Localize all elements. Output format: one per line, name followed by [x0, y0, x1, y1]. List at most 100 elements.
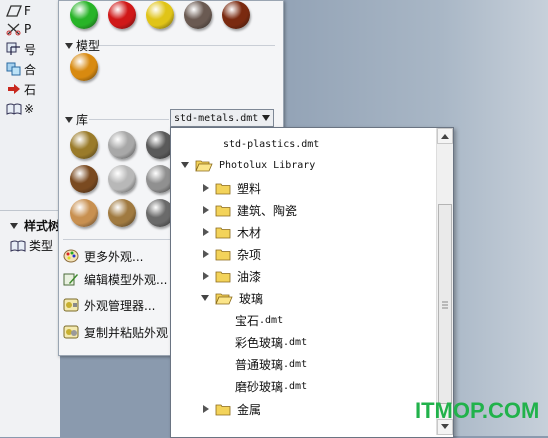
- tree-item-file[interactable]: 普通玻璃 .dmt: [235, 354, 307, 374]
- appearance-swatch[interactable]: [108, 131, 136, 159]
- chevron-down-icon: [441, 424, 449, 429]
- section-divider: [89, 119, 169, 120]
- style-tree-panel: 样式树 类型: [0, 210, 60, 437]
- appearance-swatch[interactable]: [222, 1, 250, 29]
- tree-item-label: 建筑、陶瓷: [237, 203, 298, 218]
- appearance-swatch[interactable]: [70, 131, 98, 159]
- model-section-title: 模型: [76, 39, 101, 53]
- file-extension: .dmt: [283, 380, 308, 392]
- expand-toggle[interactable]: [181, 162, 189, 168]
- vertical-scrollbar[interactable]: [436, 128, 453, 435]
- folder-icon: [215, 271, 231, 282]
- expand-toggle[interactable]: [203, 405, 209, 413]
- style-tree-title: 样式树: [24, 219, 61, 233]
- tree-item-glass[interactable]: 玻璃: [201, 288, 263, 308]
- style-tree-header[interactable]: 样式树: [10, 217, 60, 234]
- open-folder-icon: [195, 160, 213, 172]
- folder-icon: [215, 183, 231, 194]
- tree-item-metal[interactable]: 金属: [203, 399, 261, 419]
- appearance-swatch[interactable]: [70, 199, 98, 227]
- appearance-manager-icon: [63, 297, 79, 313]
- sidebar-item-3[interactable]: 号: [6, 40, 60, 58]
- style-tree-item[interactable]: 类型: [10, 237, 53, 254]
- edit-appearance-icon: [63, 271, 79, 287]
- file-extension: .dmt: [283, 336, 308, 348]
- scrollbar-thumb[interactable]: [438, 204, 452, 404]
- menu-item-label: 外观管理器...: [84, 298, 156, 313]
- book-icon: [10, 240, 26, 252]
- tree-item-architecture-ceramics[interactable]: 建筑、陶瓷: [203, 200, 297, 220]
- expand-toggle[interactable]: [203, 228, 209, 236]
- merge-icon: [6, 62, 21, 76]
- tree-item-file[interactable]: 彩色玻璃 .dmt: [235, 332, 307, 352]
- sidebar-item-label: 石: [24, 82, 37, 97]
- red-arrow-icon: [8, 84, 20, 94]
- sidebar-item-label: 号: [24, 42, 37, 57]
- tree-item-file[interactable]: std-plastics.dmt: [223, 134, 319, 154]
- tree-item-label: 普通玻璃: [235, 357, 284, 372]
- section-divider: [63, 239, 173, 240]
- expand-toggle[interactable]: [203, 184, 209, 192]
- appearance-swatch[interactable]: [108, 199, 136, 227]
- library-section-header[interactable]: 库: [65, 111, 88, 128]
- tree-item-label: 杂项: [237, 247, 262, 262]
- expand-toggle[interactable]: [203, 206, 209, 214]
- sidebar-item-2[interactable]: P: [6, 20, 60, 38]
- parallelogram-icon: [6, 5, 22, 17]
- grip-icon: [442, 301, 448, 309]
- appearance-swatch[interactable]: [108, 1, 136, 29]
- collapse-icon: [65, 116, 73, 123]
- sidebar-item-1[interactable]: F: [6, 2, 60, 20]
- file-extension: .dmt: [283, 358, 308, 370]
- appearance-swatch[interactable]: [70, 53, 98, 81]
- library-select[interactable]: std-metals.dmt: [170, 109, 274, 127]
- sidebar-item-6[interactable]: ※: [6, 100, 60, 118]
- menu-item-label: 更多外观...: [84, 249, 144, 264]
- tree-item-label: 磨砂玻璃: [235, 379, 284, 394]
- model-section-header[interactable]: 模型: [65, 37, 100, 54]
- tree-item-label: 木材: [237, 225, 262, 240]
- edit-model-appearance-menu-item[interactable]: 编辑模型外观...: [63, 268, 167, 290]
- tree-item-label: std-plastics.dmt: [223, 138, 320, 150]
- sidebar-item-5[interactable]: 石: [6, 80, 60, 98]
- scroll-up-button[interactable]: [437, 128, 453, 144]
- appearance-swatch[interactable]: [70, 165, 98, 193]
- tree-item-label: 金属: [237, 402, 262, 417]
- tree-item-label: 宝石: [235, 313, 260, 328]
- expand-toggle[interactable]: [203, 250, 209, 258]
- menu-item-label: 编辑模型外观...: [84, 272, 168, 287]
- folder-icon: [215, 227, 231, 238]
- collapse-icon: [10, 222, 18, 229]
- tree-item-file[interactable]: 磨砂玻璃 .dmt: [235, 376, 307, 396]
- tree-item-photolux-library[interactable]: Photolux Library: [181, 155, 315, 175]
- tree-item-misc[interactable]: 杂项: [203, 244, 261, 264]
- appearance-swatch[interactable]: [184, 1, 212, 29]
- appearance-manager-menu-item[interactable]: 外观管理器...: [63, 294, 155, 316]
- tree-item-wood[interactable]: 木材: [203, 222, 261, 242]
- copy-paste-appearance-menu-item[interactable]: 复制并粘贴外观: [63, 321, 168, 343]
- library-tree-dropdown: std-plastics.dmt Photolux Library 塑料 建筑、…: [170, 127, 454, 438]
- library-select-value: std-metals.dmt: [174, 112, 259, 124]
- appearance-swatch[interactable]: [70, 1, 98, 29]
- sidebar-item-label: P: [24, 22, 32, 36]
- copy-paste-appearance-icon: [63, 324, 79, 340]
- folder-icon: [215, 205, 231, 216]
- style-tree-item-label: 类型: [29, 239, 54, 253]
- sidebar-item-4[interactable]: 合: [6, 60, 60, 78]
- tree-item-label: 彩色玻璃: [235, 335, 284, 350]
- sidebar-item-label: F: [24, 4, 31, 18]
- tree-item-file[interactable]: 宝石 .dmt: [235, 310, 283, 330]
- scissors-icon: [6, 23, 21, 36]
- expand-toggle[interactable]: [201, 295, 209, 301]
- tree-item-label: Photolux Library: [219, 159, 316, 171]
- more-appearances-menu-item[interactable]: 更多外观...: [63, 245, 143, 267]
- open-folder-icon: [215, 293, 233, 305]
- expand-toggle[interactable]: [203, 272, 209, 280]
- chevron-down-icon[interactable]: [262, 115, 270, 121]
- tree-item-plastics[interactable]: 塑料: [203, 178, 261, 198]
- watermark: ITMOP.COM: [415, 398, 540, 423]
- tree-item-paint[interactable]: 油漆: [203, 266, 261, 286]
- collapse-icon: [65, 42, 73, 49]
- appearance-swatch[interactable]: [146, 1, 174, 29]
- appearance-swatch[interactable]: [108, 165, 136, 193]
